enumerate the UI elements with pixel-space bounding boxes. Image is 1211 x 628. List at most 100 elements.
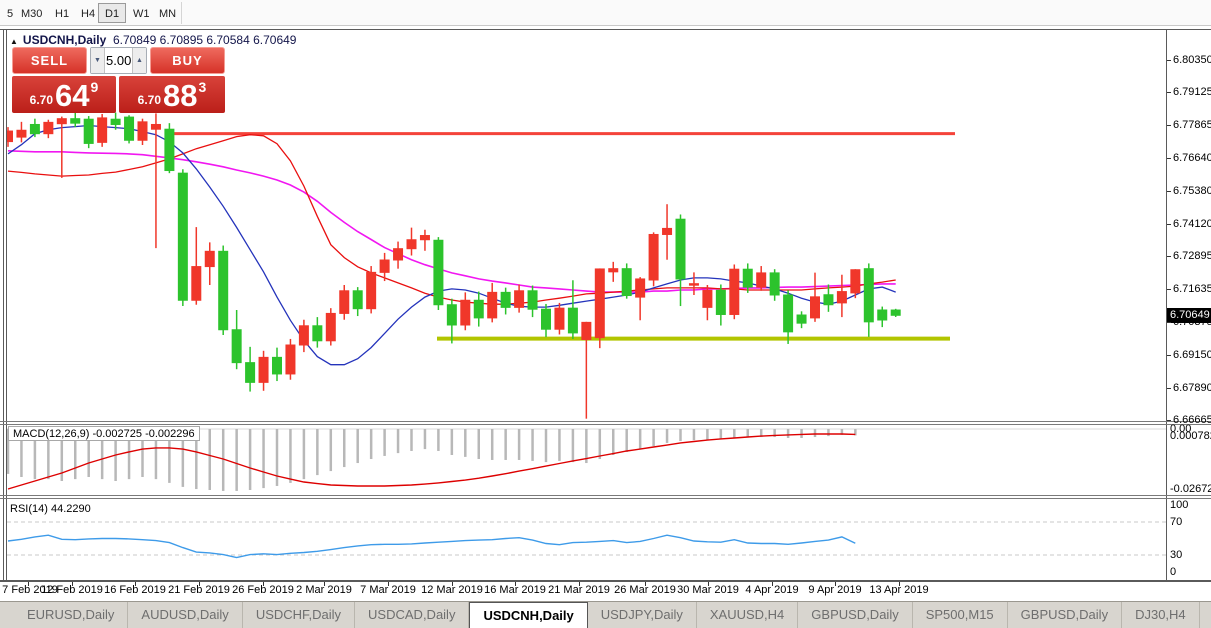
date-axis-label: 2 Mar 2019 [296,584,352,596]
timeframe-toolbar: 5 M30 H1 H4 D1 W1 MN [0,0,1211,26]
symbol-tab-bar: EURUSD,Daily AUDUSD,Daily USDCHF,Daily USDC… [0,601,1211,628]
rsi-line [7,534,856,559]
buy-price-prefix: 6.70 [137,93,162,107]
timeframe-button-mn[interactable]: MN [152,3,183,23]
timeframe-button-h1[interactable]: H1 [48,3,76,23]
pane-separator[interactable] [0,495,1211,496]
volume-input[interactable]: 5.00 [106,48,131,73]
rsi-indicator-label: RSI(14) 44.2290 [10,503,91,515]
date-axis-label: 4 Apr 2019 [745,584,799,596]
price-axis-label: 6.77865 [1173,119,1211,131]
candlestick [56,116,67,178]
rsi-pane[interactable] [7,499,1166,580]
tab-dj30-h4[interactable]: DJ30,H4 [1122,602,1200,628]
candlestick [729,264,740,320]
date-axis-label: 26 Feb 2019 [232,584,294,596]
date-axis-label: 13 Apr 2019 [869,584,929,596]
candlestick [863,263,874,337]
tab-gbpusd-daily[interactable]: GBPUSD,Daily [1008,602,1123,628]
date-axis-label: 21 Feb 2019 [168,584,230,596]
tab-usdcad-daily[interactable]: USDCAD,Daily [355,602,470,628]
chart-symbol-header: ▲ USDCNH,Daily 6.70849 6.70895 6.70584 6.… [10,33,296,47]
candlestick [191,227,202,305]
sell-price-prefix: 6.70 [29,93,54,107]
candlestick [635,277,646,321]
candlestick [554,302,565,335]
candlestick [231,310,242,370]
sell-price-pip-digit: 9 [90,79,99,95]
sell-price-big-digits: 64 [55,78,90,113]
symbol-name: USDCNH,Daily [22,33,107,47]
symbol-ohlc-values: 6.70849 6.70895 6.70584 6.70649 [112,33,297,47]
tab-eurusd-daily[interactable]: EURUSD,Daily [14,602,129,628]
candlestick [339,285,350,320]
tab-usdjpy-daily[interactable]: USDJPY,Daily [588,602,697,628]
candlestick [298,319,309,353]
candlestick [890,308,901,317]
candlestick [164,123,175,174]
price-axis-tick [1167,322,1171,323]
candlestick [272,347,282,382]
tab-usdchf-daily[interactable]: USDCHF,Daily [243,602,356,628]
sell-button[interactable]: SELL [12,47,87,74]
candlestick [460,292,471,331]
rsi-axis-label: 70 [1170,516,1183,528]
pane-separator[interactable] [0,421,1211,422]
date-axis-label: 12 Feb 2019 [41,584,103,596]
candlestick [393,241,404,269]
volume-increase-icon[interactable]: ▲ [132,48,146,73]
timeframe-button-m30[interactable]: M30 [14,3,49,23]
candlestick [487,282,498,323]
candlestick [419,229,430,251]
tab-usdcnh-daily[interactable]: USDCNH,Daily [469,602,588,628]
candlestick [514,284,525,313]
tab-audusd-daily[interactable]: AUDUSD,Daily [128,602,243,628]
candlestick [285,338,296,380]
date-axis-label: 16 Mar 2019 [484,584,546,596]
candlestick [245,346,256,392]
candlestick [43,119,54,139]
candlestick [7,127,13,147]
candlestick [756,266,767,291]
macd-indicator-label: MACD(12,26,9) -0.002725 -0.002296 [8,426,200,441]
volume-spinner: ▼ 5.00 ▲ [90,47,147,74]
price-axis-label: 6.80350 [1173,54,1211,66]
rsi-axis-label: 0 [1170,566,1177,578]
timeframe-button-d1[interactable]: D1 [98,3,127,23]
price-axis-label: 6.79125 [1173,86,1211,98]
date-axis-label: 30 Mar 2019 [677,584,739,596]
price-axis-tick [1167,256,1171,257]
candlestick [769,269,780,301]
volume-decrease-icon[interactable]: ▼ [91,48,105,73]
candlestick [796,311,807,329]
tab-gbpusd-daily[interactable]: GBPUSD,Daily [798,602,913,628]
price-axis-tick [1167,289,1171,290]
buy-button[interactable]: BUY [150,47,225,74]
candlestick [204,242,215,285]
candlestick [581,321,592,419]
sell-price-quote[interactable]: 6.70 64 9 [12,76,116,113]
tab-sp500-m15[interactable]: SP500,M15 [913,602,1008,628]
macd-axis-label: 0.000782 [1170,430,1211,442]
tab-xauusd-h4[interactable]: XAUUSD,H4 [697,602,799,628]
candlestick [810,272,820,322]
ma_slow-line [7,150,896,293]
candlestick [473,291,484,327]
macd-signal-line [7,433,856,490]
collapse-triangle-icon[interactable]: ▲ [10,37,18,46]
price-axis-tick [1167,191,1171,192]
price-axis-tick [1167,355,1171,356]
candlestick [312,317,323,348]
chart-bottom-border [0,580,1211,582]
buy-price-big-digits: 88 [163,78,198,113]
candlestick [675,214,686,307]
tab-tech100-h1[interactable]: TECH100,H1 [1200,602,1211,628]
buy-price-quote[interactable]: 6.70 88 3 [119,76,225,113]
candlestick [836,274,847,318]
price-axis-label: 6.69150 [1173,349,1211,361]
candlestick [688,272,699,295]
chart-top-border [0,29,1211,30]
candlestick [500,287,511,315]
price-axis-label: 6.75380 [1173,185,1211,197]
date-axis-label: 16 Feb 2019 [104,584,166,596]
